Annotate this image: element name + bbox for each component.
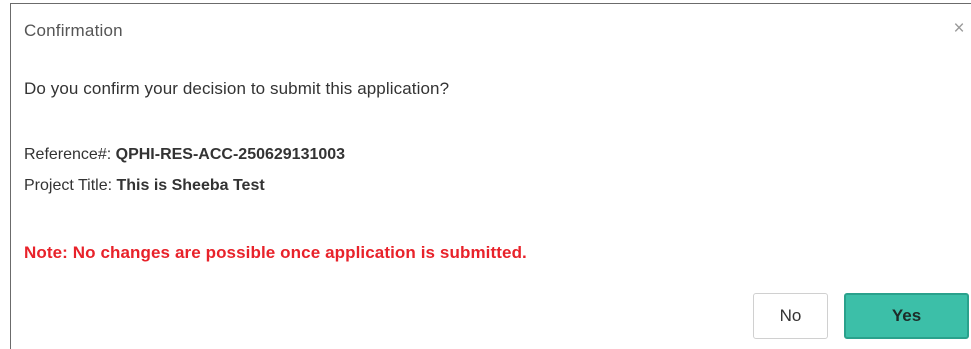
reference-value: QPHI-RES-ACC-250629131003 bbox=[115, 146, 346, 163]
project-title-label: Project Title: bbox=[24, 177, 113, 194]
reference-label: Reference#: bbox=[24, 146, 112, 163]
confirmation-question: Do you confirm your decision to submit t… bbox=[24, 79, 450, 98]
warning-note: Note: No changes are possible once appli… bbox=[24, 243, 527, 262]
reference-line: Reference#: QPHI-RES-ACC-250629131003 bbox=[24, 146, 345, 164]
dialog-title: Confirmation bbox=[24, 21, 123, 40]
dialog-header: Confirmation × bbox=[11, 4, 971, 60]
project-title-value: This is Sheeba Test bbox=[116, 177, 265, 194]
project-title-line: Project Title: This is Sheeba Test bbox=[24, 177, 265, 195]
confirmation-dialog: Confirmation × Do you confirm your decis… bbox=[0, 0, 971, 349]
close-icon[interactable]: × bbox=[950, 18, 968, 40]
no-button[interactable]: No bbox=[753, 293, 828, 339]
yes-button[interactable]: Yes bbox=[844, 293, 969, 339]
